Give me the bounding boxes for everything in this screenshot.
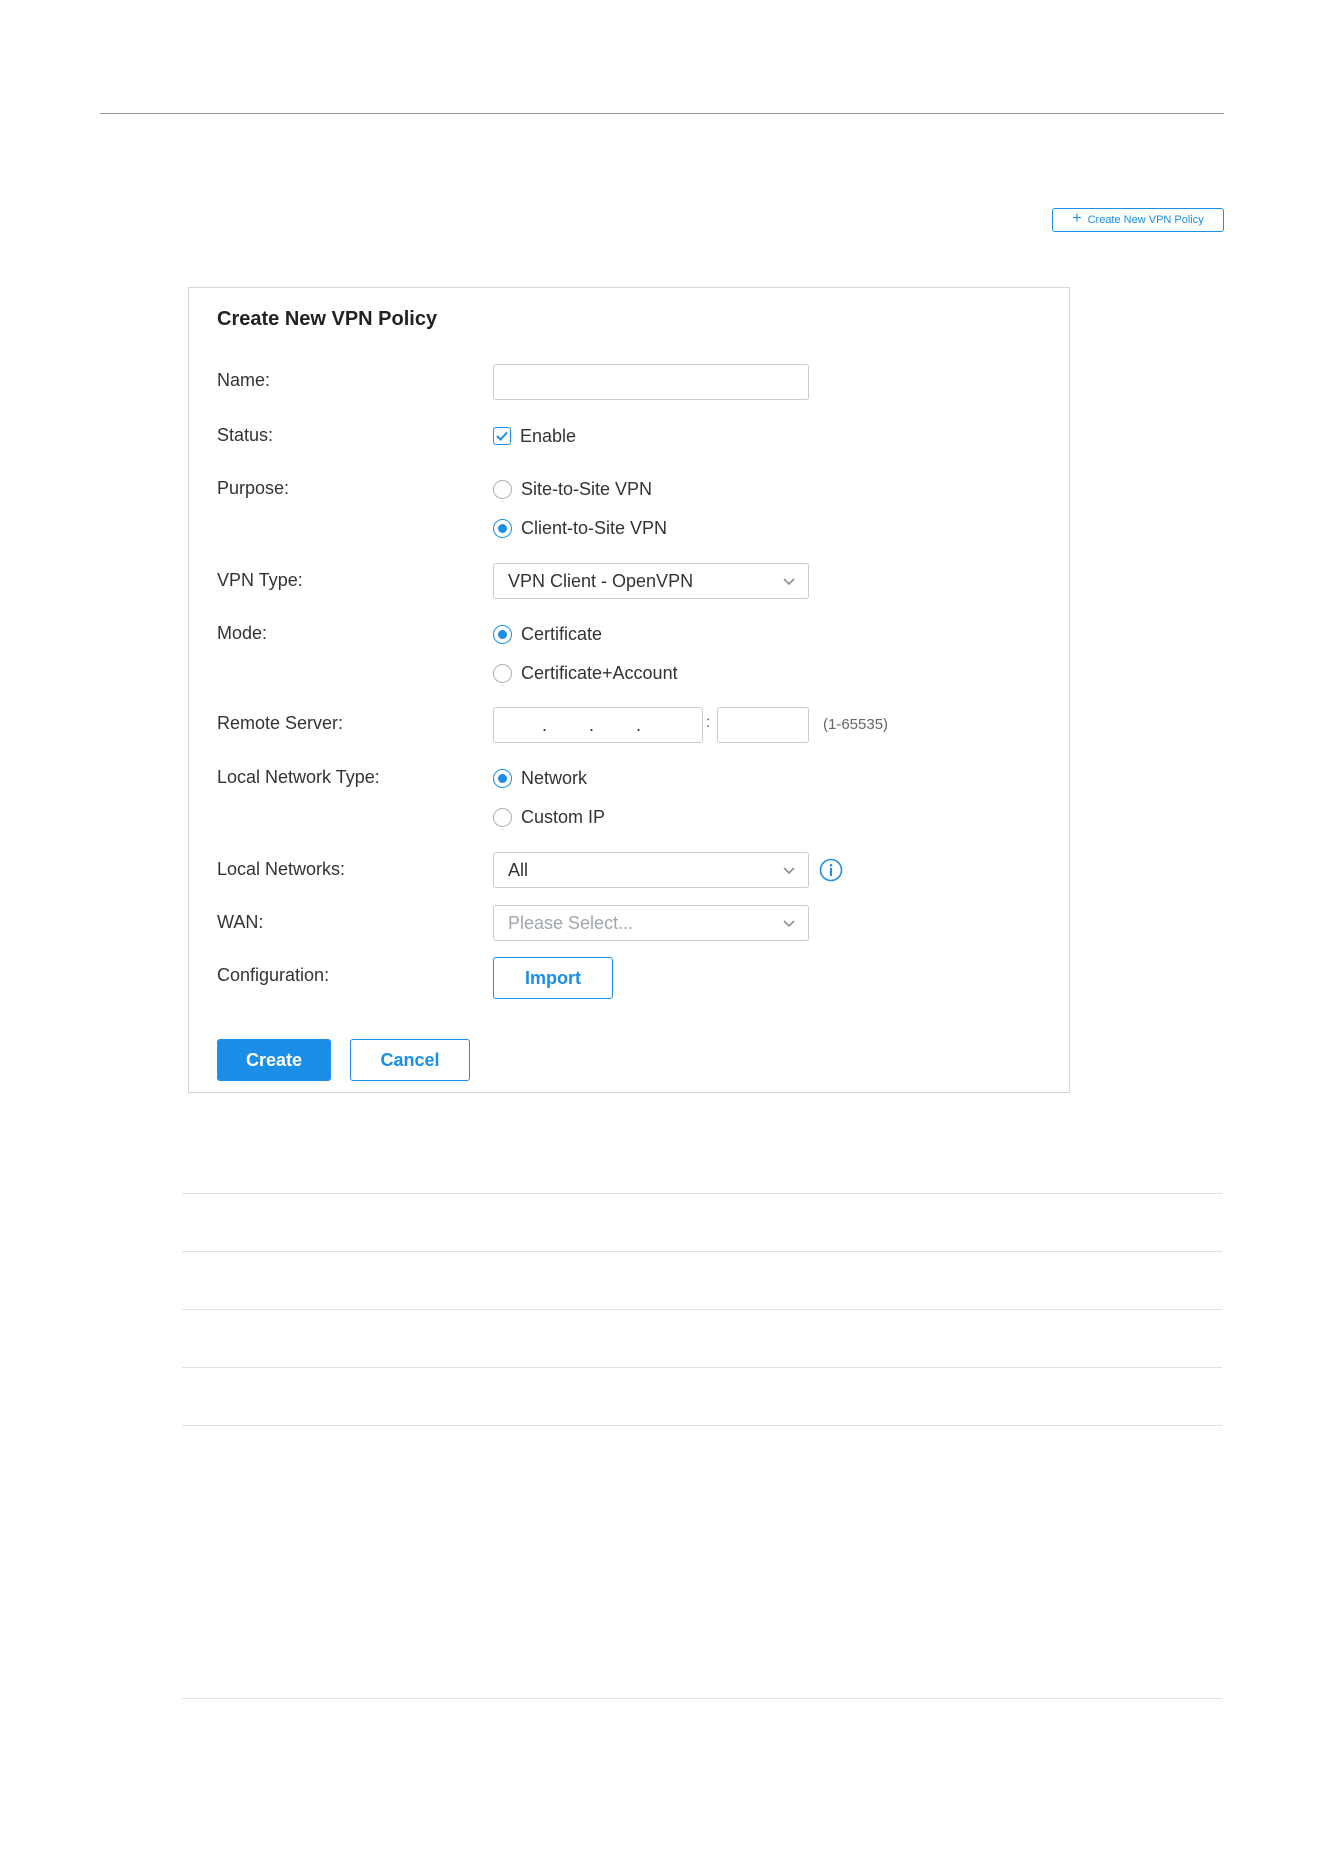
vpn-type-label: VPN Type:: [217, 570, 303, 590]
panel-title: Create New VPN Policy: [217, 308, 438, 330]
mode-label: Mode:: [217, 623, 268, 643]
mode-option-certificate[interactable]: Certificate: [493, 623, 602, 645]
radio-button-selected: [493, 768, 512, 788]
table-row-divider: [182, 1698, 1222, 1699]
name-input[interactable]: [493, 364, 809, 400]
create-new-vpn-policy-label: Create New VPN Policy: [1087, 214, 1204, 226]
mode-option-label: Certificate: [521, 623, 603, 644]
radio-button: [493, 807, 512, 827]
local-network-type-option-custom-ip[interactable]: Custom IP: [493, 806, 605, 828]
table-row-divider: [182, 1193, 1222, 1194]
local-network-type-option-network[interactable]: Network: [493, 767, 587, 789]
table-row-divider: [182, 1425, 1222, 1426]
radio-button-selected: [493, 624, 512, 644]
radio-button: [493, 479, 512, 499]
wan-select[interactable]: Please Select...: [493, 905, 809, 941]
page-top-rule: [100, 113, 1224, 114]
info-icon[interactable]: [819, 858, 843, 882]
wan-label: WAN:: [217, 912, 264, 932]
vpn-type-value: VPN Client - OpenVPN: [508, 570, 694, 591]
radio-button-selected: [493, 518, 512, 538]
chevron-down-icon: [783, 920, 795, 928]
purpose-option-label: Client-to-Site VPN: [521, 517, 668, 538]
ip-dot: .: [542, 714, 548, 735]
status-label: Status:: [217, 425, 274, 445]
port-range-hint: (1-65535): [823, 716, 889, 733]
chevron-down-icon: [783, 578, 795, 586]
local-networks-value: All: [508, 859, 529, 880]
ip-dot: .: [636, 714, 642, 735]
check-icon: [493, 427, 511, 445]
plus-icon: +: [1072, 210, 1082, 227]
local-network-type-option-label: Network: [521, 767, 588, 788]
create-button[interactable]: Create: [217, 1039, 331, 1081]
name-label: Name:: [217, 370, 271, 390]
local-networks-label: Local Networks:: [217, 859, 346, 879]
remote-server-ip-input[interactable]: . . .: [493, 707, 703, 743]
mode-option-certificate-account[interactable]: Certificate+Account: [493, 662, 678, 684]
chevron-down-icon: [783, 867, 795, 875]
local-network-type-label: Local Network Type:: [217, 767, 380, 787]
cancel-button[interactable]: Cancel: [350, 1039, 470, 1081]
table-row-divider: [182, 1309, 1222, 1310]
vpn-type-select[interactable]: VPN Client - OpenVPN: [493, 563, 809, 599]
table-row-divider: [182, 1367, 1222, 1368]
status-enable-checkbox[interactable]: Enable: [493, 425, 576, 447]
port-separator: :: [706, 714, 711, 731]
configuration-label: Configuration:: [217, 965, 330, 985]
local-networks-select[interactable]: All: [493, 852, 809, 888]
create-vpn-policy-panel: Create New VPN Policy Name: Status: Enab…: [188, 287, 1070, 1093]
table-row-divider: [182, 1251, 1222, 1252]
wan-placeholder: Please Select...: [508, 912, 634, 933]
local-network-type-option-label: Custom IP: [521, 806, 606, 827]
purpose-option-site-to-site[interactable]: Site-to-Site VPN: [493, 478, 652, 500]
enable-label: Enable: [520, 425, 577, 446]
ip-dot: .: [589, 714, 595, 735]
create-new-vpn-policy-button[interactable]: + Create New VPN Policy: [1052, 208, 1224, 232]
remote-server-port-input[interactable]: [717, 707, 809, 743]
purpose-option-label: Site-to-Site VPN: [521, 478, 653, 499]
purpose-label: Purpose:: [217, 478, 290, 498]
mode-option-label: Certificate+Account: [521, 662, 678, 683]
import-button[interactable]: Import: [493, 957, 613, 999]
purpose-option-client-to-site[interactable]: Client-to-Site VPN: [493, 517, 667, 539]
radio-button: [493, 663, 512, 683]
remote-server-label: Remote Server:: [217, 713, 344, 733]
